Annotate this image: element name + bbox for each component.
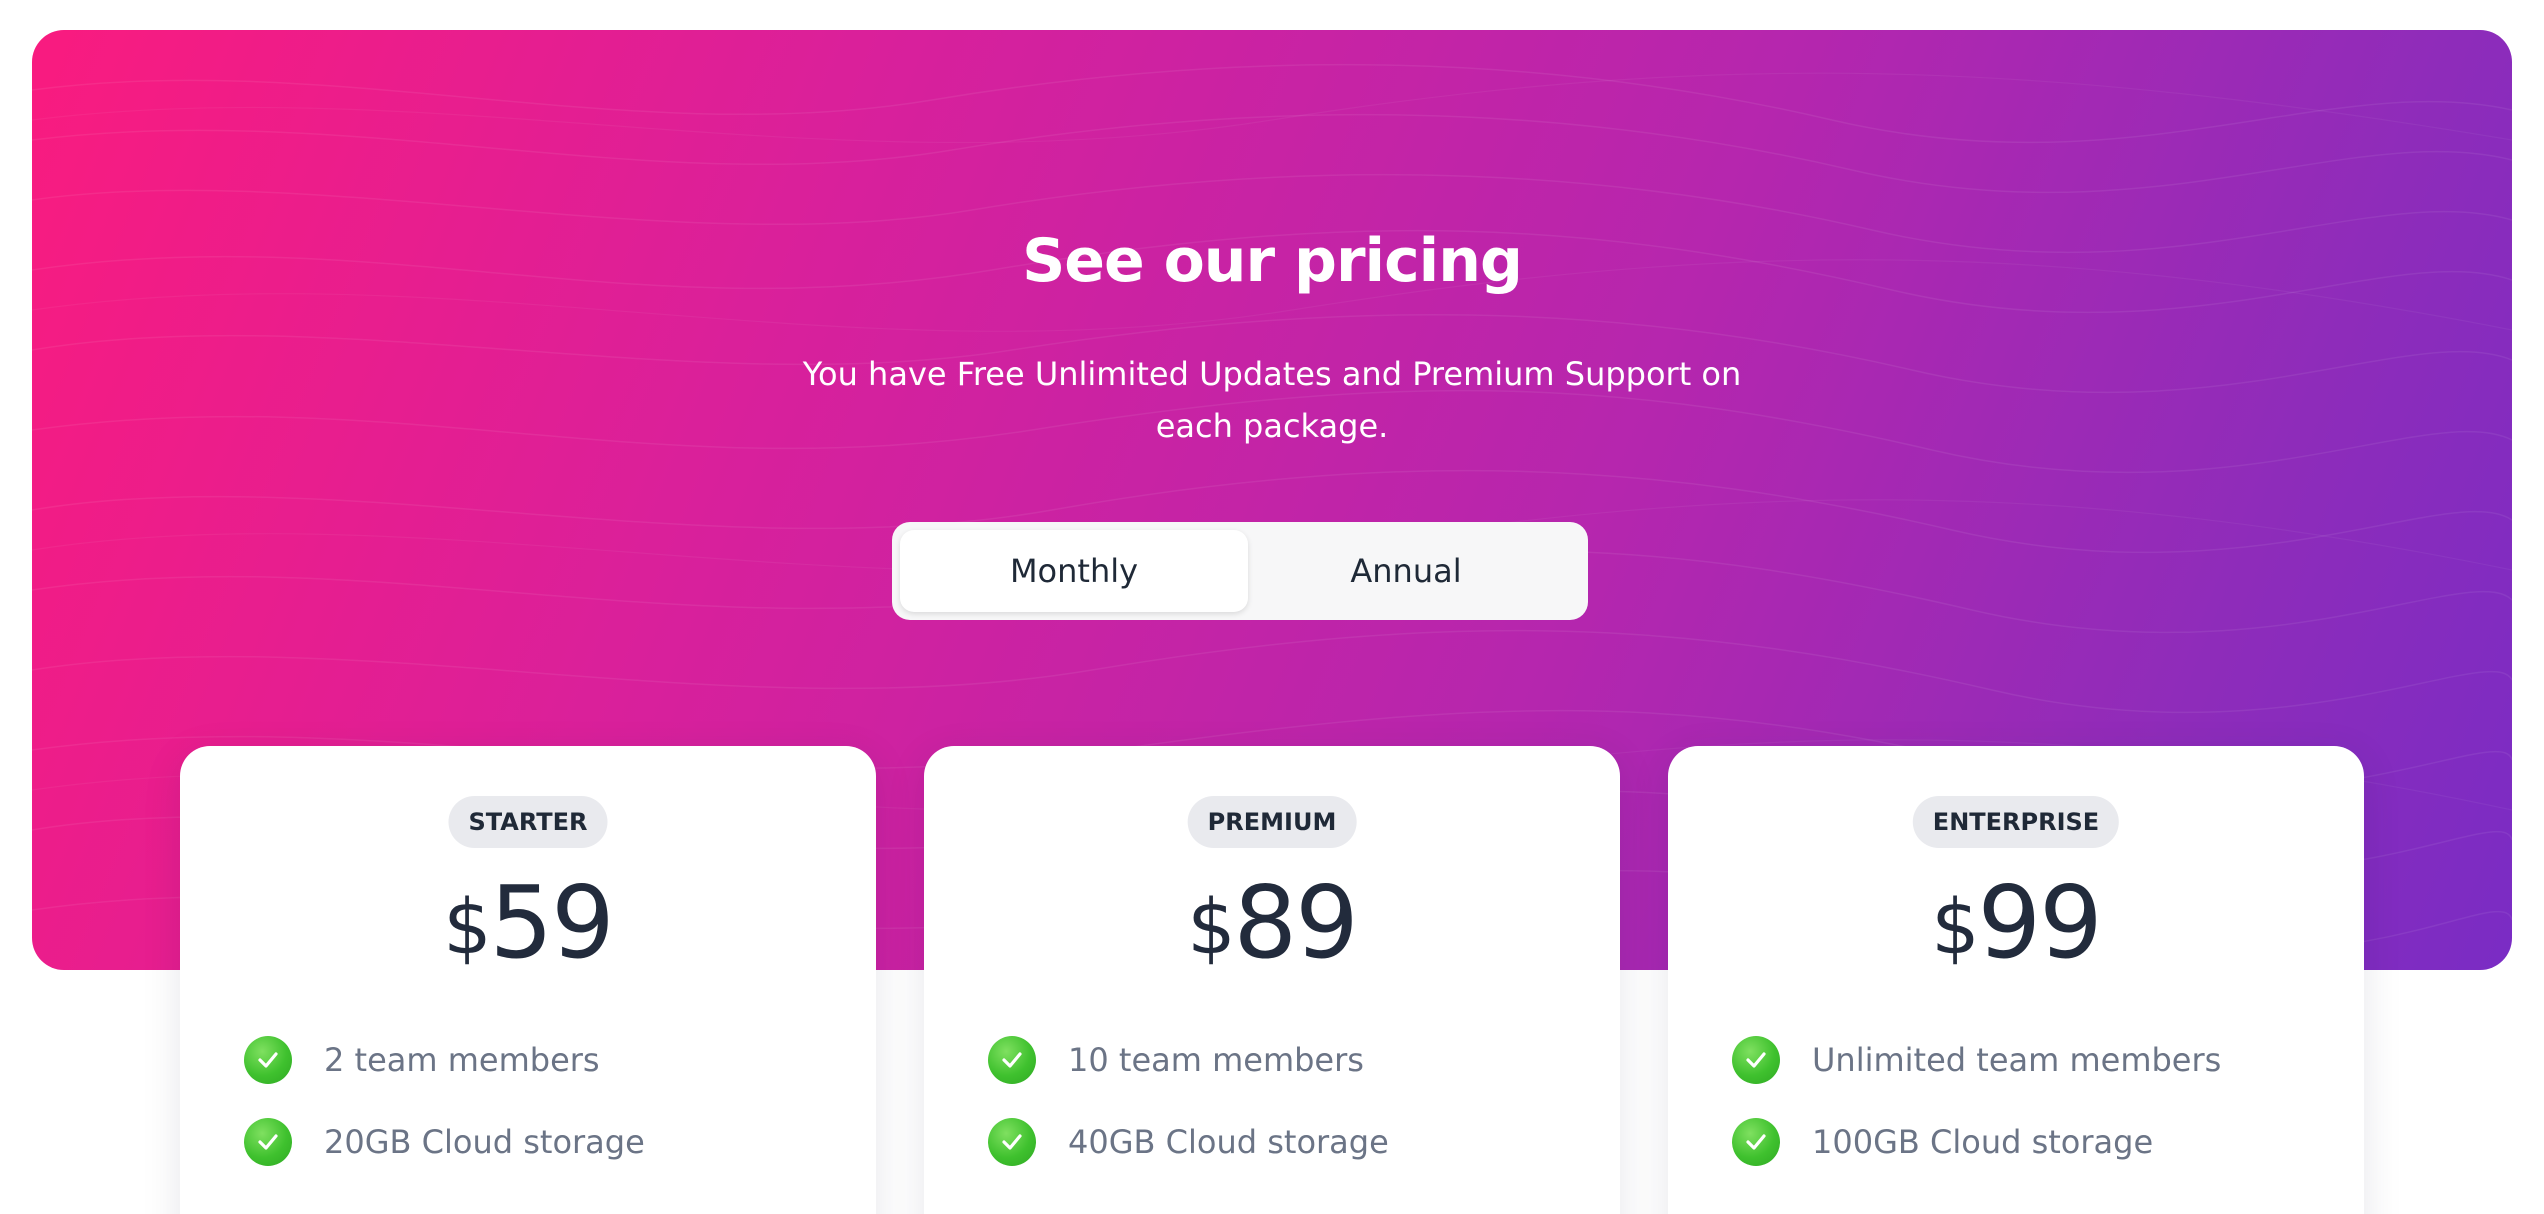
- feature-item: 2 team members: [244, 1036, 844, 1084]
- pricing-page: See our pricing You have Free Unlimited …: [0, 0, 2544, 1214]
- plan-price: $89: [924, 864, 1620, 981]
- feature-list: 2 team members 20GB Cloud storage: [244, 1036, 844, 1200]
- feature-list: Unlimited team members 100GB Cloud stora…: [1732, 1036, 2332, 1200]
- feature-label: 20GB Cloud storage: [324, 1123, 645, 1161]
- check-circle-icon: [244, 1118, 292, 1166]
- feature-label: 100GB Cloud storage: [1812, 1123, 2154, 1161]
- feature-label: Unlimited team members: [1812, 1041, 2222, 1079]
- plan-badge: STARTER: [448, 796, 608, 848]
- page-subtitle: You have Free Unlimited Updates and Prem…: [802, 355, 1742, 445]
- price-amount: 89: [1233, 864, 1359, 981]
- plan-badge: PREMIUM: [1187, 796, 1357, 848]
- feature-item: Unlimited team members: [1732, 1036, 2332, 1084]
- feature-label: 10 team members: [1068, 1041, 1364, 1079]
- feature-label: 2 team members: [324, 1041, 600, 1079]
- page-title: See our pricing: [1022, 226, 1523, 296]
- feature-list: 10 team members 40GB Cloud storage: [988, 1036, 1588, 1200]
- price-currency: $: [1931, 882, 1979, 971]
- check-circle-icon: [988, 1118, 1036, 1166]
- price-amount: 99: [1977, 864, 2103, 981]
- plan-price: $99: [1668, 864, 2364, 981]
- price-currency: $: [1187, 882, 1235, 971]
- feature-item: 100GB Cloud storage: [1732, 1118, 2332, 1166]
- toggle-monthly[interactable]: Monthly: [900, 530, 1248, 612]
- feature-item: 40GB Cloud storage: [988, 1118, 1588, 1166]
- pricing-card-enterprise: ENTERPRISE $99 Unlimited team members 10…: [1668, 746, 2364, 1214]
- price-amount: 59: [489, 864, 615, 981]
- feature-item: 20GB Cloud storage: [244, 1118, 844, 1166]
- check-circle-icon: [244, 1036, 292, 1084]
- price-currency: $: [443, 882, 491, 971]
- pricing-card-starter: STARTER $59 2 team members 20GB Cloud st…: [180, 746, 876, 1214]
- pricing-card-premium: PREMIUM $89 10 team members 40GB Cloud s…: [924, 746, 1620, 1214]
- plan-badge: ENTERPRISE: [1912, 796, 2120, 848]
- feature-item: 10 team members: [988, 1036, 1588, 1084]
- check-circle-icon: [1732, 1118, 1780, 1166]
- check-circle-icon: [988, 1036, 1036, 1084]
- toggle-annual[interactable]: Annual: [1232, 530, 1580, 612]
- feature-label: 40GB Cloud storage: [1068, 1123, 1389, 1161]
- billing-period-toggle: Monthly Annual: [892, 522, 1588, 620]
- check-circle-icon: [1732, 1036, 1780, 1084]
- plan-price: $59: [180, 864, 876, 981]
